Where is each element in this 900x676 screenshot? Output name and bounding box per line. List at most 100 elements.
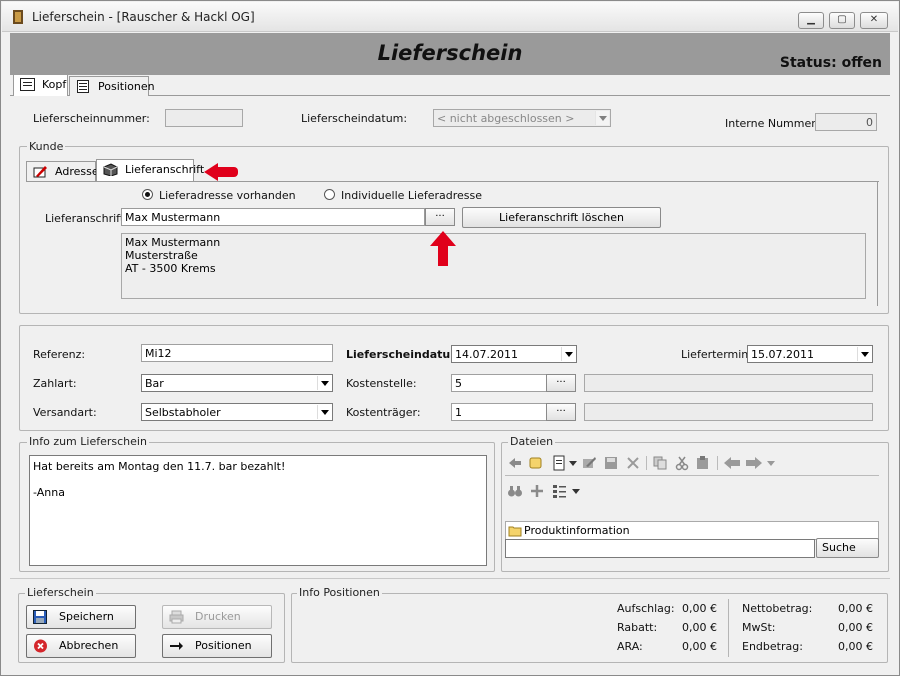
- kostenstelle-browse-button[interactable]: ...: [546, 374, 576, 392]
- lieferanschrift-loeschen-button[interactable]: Lieferanschrift löschen: [462, 207, 661, 228]
- dateien-toolbar: [507, 455, 797, 473]
- abbrechen-button[interactable]: Abbrechen: [26, 634, 136, 658]
- annotation-arrow-left-icon: [204, 163, 218, 181]
- radio-lieferadresse-vorhanden[interactable]: [142, 189, 153, 200]
- chevron-down-icon[interactable]: [571, 483, 581, 499]
- lieferanschrift-browse-button[interactable]: ...: [425, 208, 455, 226]
- positionen-button[interactable]: Positionen: [162, 634, 272, 658]
- info-line: Hat bereits am Montag den 11.7. bar beza…: [33, 460, 286, 473]
- lieferscheinnummer-field[interactable]: [165, 109, 243, 127]
- kostentraeger-description: [584, 403, 873, 421]
- save-disk-icon: [33, 610, 47, 624]
- drucken-label: Drucken: [195, 610, 241, 623]
- speichern-button[interactable]: Speichern: [26, 605, 136, 629]
- kunde-legend: Kunde: [27, 140, 66, 153]
- mwst-value: 0,00 €: [838, 621, 873, 634]
- radio-vorhanden-label: Lieferadresse vorhanden: [159, 189, 296, 202]
- options-list-icon[interactable]: [552, 483, 568, 499]
- lieferscheindatum-header-select[interactable]: < nicht abgeschlossen >: [433, 109, 611, 127]
- dateien-search-button[interactable]: Suche: [816, 538, 879, 558]
- address-edit-icon: [33, 166, 47, 178]
- versandart-select[interactable]: Selbstabholer: [141, 403, 333, 421]
- radio-individuelle-lieferadresse[interactable]: [324, 189, 335, 200]
- plus-icon[interactable]: [529, 483, 545, 499]
- dateien-search-input[interactable]: [505, 539, 815, 558]
- arrow-right-icon: [170, 642, 183, 650]
- kostentraeger-label: Kostenträger:: [346, 406, 421, 419]
- chevron-down-icon[interactable]: [766, 455, 776, 471]
- liefertermin-label: Liefertermin:: [681, 348, 752, 361]
- info-legend: Info zum Lieferschein: [27, 435, 149, 448]
- annotation-arrow-up-icon: [430, 231, 456, 266]
- lieferscheindatum-picker[interactable]: 14.07.2011: [451, 345, 577, 363]
- paste-icon[interactable]: [695, 455, 711, 471]
- referenz-field[interactable]: Mi12: [141, 344, 333, 362]
- status-label: Status: offen: [779, 55, 882, 71]
- arrow-left-icon[interactable]: [723, 455, 741, 471]
- liefertermin-picker[interactable]: 15.07.2011: [747, 345, 873, 363]
- positionen-label: Positionen: [195, 639, 252, 652]
- header-banner: Lieferschein Status: offen: [10, 33, 890, 75]
- kunde-tab-line: [26, 181, 879, 182]
- rabatt-label: Rabatt:: [617, 621, 658, 634]
- address-line: AT - 3500 Krems: [125, 262, 216, 275]
- ara-label: ARA:: [617, 640, 643, 653]
- delete-icon[interactable]: [625, 455, 641, 471]
- interne-nummer-field[interactable]: 0: [815, 113, 877, 131]
- liefertermin-value: 15.07.2011: [751, 348, 814, 361]
- endbetrag-label: Endbetrag:: [742, 640, 803, 653]
- info-textarea[interactable]: Hat bereits am Montag den 11.7. bar beza…: [29, 455, 487, 566]
- close-button[interactable]: ✕: [860, 12, 888, 29]
- edit-icon[interactable]: [581, 455, 597, 471]
- zahlart-value: Bar: [145, 377, 164, 390]
- import-icon[interactable]: [507, 455, 523, 471]
- tab-adresse-label: Adresse: [55, 165, 99, 178]
- versandart-label: Versandart:: [33, 406, 97, 419]
- aufschlag-value: 0,00 €: [682, 602, 717, 615]
- chevron-down-icon[interactable]: [568, 455, 578, 471]
- lieferanschrift-label: Lieferanschrift: [45, 212, 125, 225]
- address-line: Musterstraße: [125, 249, 198, 262]
- info-positionen-legend: Info Positionen: [297, 586, 382, 599]
- document-icon[interactable]: [551, 455, 567, 471]
- kostenstelle-description: [584, 374, 873, 392]
- lieferanschrift-field[interactable]: Max Mustermann: [121, 208, 425, 226]
- copy-icon[interactable]: [652, 455, 668, 471]
- toolbar-divider: [505, 475, 879, 476]
- new-file-icon[interactable]: [528, 455, 544, 471]
- save-disk-icon[interactable]: [603, 455, 619, 471]
- lieferscheindatum-label: Lieferscheindatum:: [346, 348, 467, 361]
- app-book-icon: [13, 10, 23, 24]
- binoculars-icon[interactable]: [507, 483, 523, 499]
- arrow-right-icon[interactable]: [745, 455, 763, 471]
- folder-icon: [508, 526, 522, 537]
- chevron-down-icon[interactable]: [857, 347, 871, 361]
- toolbar-separator: [717, 456, 718, 470]
- printer-icon: [169, 610, 184, 624]
- chevron-down-icon[interactable]: [317, 376, 331, 390]
- tab-lieferanschrift-label: Lieferanschrift: [125, 163, 205, 176]
- tab-positionen-label: Positionen: [98, 80, 155, 93]
- radio-individuell-label: Individuelle Lieferadresse: [341, 189, 483, 202]
- minimize-button[interactable]: ▁: [798, 12, 824, 29]
- cancel-icon: [34, 639, 47, 653]
- lieferschein-actions-legend: Lieferschein: [25, 586, 96, 599]
- chevron-down-icon[interactable]: [561, 347, 575, 361]
- maximize-button[interactable]: ▢: [829, 12, 855, 29]
- zahlart-select[interactable]: Bar: [141, 374, 333, 392]
- chevron-down-icon[interactable]: [317, 405, 331, 419]
- tab-adresse[interactable]: Adresse: [26, 161, 99, 181]
- kostentraeger-browse-button[interactable]: ...: [546, 403, 576, 421]
- drucken-button[interactable]: Drucken: [162, 605, 272, 629]
- kostenstelle-field[interactable]: 5: [451, 374, 547, 392]
- kostentraeger-field[interactable]: 1: [451, 403, 547, 421]
- tab-lieferanschrift[interactable]: Lieferanschrift: [96, 159, 204, 181]
- tab-kopf[interactable]: Kopf: [13, 74, 68, 96]
- cut-icon[interactable]: [674, 455, 690, 471]
- lieferscheindatum-header-value: < nicht abgeschlossen >: [437, 112, 575, 125]
- tab-positionen[interactable]: Positionen: [69, 76, 155, 96]
- positions-list-icon: [77, 80, 89, 93]
- folder-label: Produktinformation: [524, 524, 630, 537]
- kunde-tab-border: [877, 181, 878, 306]
- info-line: -Anna: [33, 486, 65, 499]
